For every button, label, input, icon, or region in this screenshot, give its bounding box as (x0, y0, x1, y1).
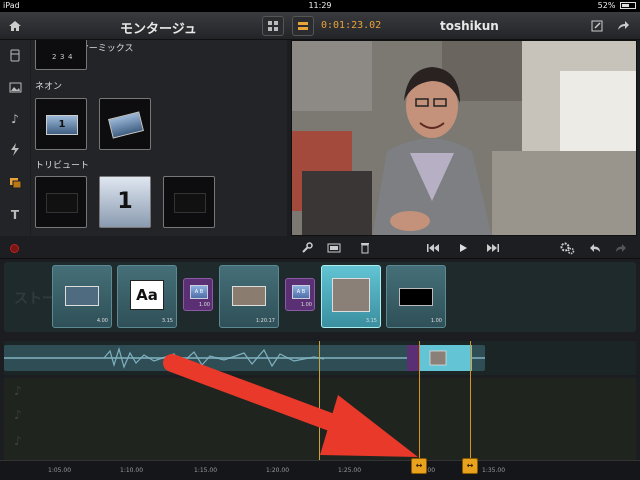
transition-label: A B (292, 285, 310, 299)
transition-thumbnail[interactable] (163, 176, 215, 228)
thumb-preview (46, 193, 78, 213)
settings-gears-icon[interactable] (558, 240, 576, 256)
thumb-preview (174, 193, 206, 213)
title-clip[interactable]: Aa 3.15 (117, 265, 177, 328)
ruler-tick-label: 1:35.00 (482, 467, 506, 474)
home-icon[interactable] (4, 16, 26, 36)
music-note-icon: ♪ (14, 434, 22, 448)
transition-thumbnail[interactable]: 2 3 4 (35, 40, 87, 70)
thumb-number: 1 (46, 115, 78, 135)
transition-marker[interactable]: A B 1.00 (183, 278, 213, 311)
annotation-arrow-icon (163, 354, 418, 457)
skip-forward-icon[interactable] (484, 240, 502, 256)
clip-thumbnail (399, 288, 433, 306)
ruler-tick-label: 1:10.00 (120, 467, 144, 474)
trim-handle-right[interactable]: ↔ (462, 458, 478, 474)
clip-duration: 1:20.17 (255, 318, 275, 324)
media-library-icon[interactable] (6, 46, 24, 64)
transition-thumbnail[interactable] (99, 98, 151, 150)
ruler-tick-label: 1:20.00 (266, 467, 290, 474)
battery-percent: 52% (597, 1, 616, 10)
skip-back-icon[interactable] (424, 240, 442, 256)
undo-icon[interactable] (586, 240, 604, 256)
record-button[interactable] (10, 244, 19, 253)
status-bar: iPad 11:29 52% (0, 0, 640, 12)
clip-duration: 3.15 (365, 318, 377, 324)
clip-duration: 1.00 (430, 318, 442, 324)
library-sidebar: ♪ T (0, 40, 30, 236)
transitions-icon[interactable] (6, 174, 24, 192)
title-clip-preview: Aa (130, 280, 164, 310)
video-clip[interactable]: 1:20.17 (219, 265, 279, 328)
music-note-icon[interactable]: ♪ (6, 110, 24, 128)
project-name: toshikun (440, 19, 499, 33)
video-frame-image (292, 41, 636, 235)
transition-thumbnail[interactable]: 1 (99, 176, 151, 228)
top-toolbar: モンタージュ 0:01:23.02 toshikun (0, 12, 640, 40)
clip-thumbnail (232, 286, 266, 306)
status-time: 11:29 (308, 1, 332, 10)
thumb-number: 4 (68, 53, 73, 61)
filmstrip-icon[interactable] (292, 16, 314, 36)
title-text-icon[interactable]: T (6, 206, 24, 224)
music-note-icon: ♪ (14, 384, 22, 398)
battery-indicator: 52% (598, 1, 636, 10)
thumb-number: 2 (52, 53, 57, 61)
section-label: トリビュート (35, 161, 90, 171)
ruler-tick-label: 1:15.00 (194, 467, 218, 474)
clip-duration: 3.15 (161, 318, 173, 324)
thumb-number: 3 (60, 53, 65, 61)
grid-icon[interactable] (262, 16, 284, 36)
transport-bar (0, 237, 640, 259)
thumb-preview (108, 111, 144, 139)
transition-library: マルチレイヤーミックス 2 3 4 ネオン 1 トリビュート 1 (31, 40, 287, 236)
ruler-tick-label: 1:05.00 (48, 467, 72, 474)
ruler-tick-label: 1:25.00 (338, 467, 362, 474)
clip-duration: 4.00 (96, 318, 108, 324)
video-viewer[interactable] (291, 40, 637, 236)
clip-split-icon[interactable] (325, 240, 343, 256)
trim-line-right[interactable] (470, 341, 471, 461)
photo-icon[interactable] (6, 78, 24, 96)
play-icon[interactable] (454, 240, 472, 256)
section-label: ネオン (35, 82, 63, 92)
battery-icon (620, 2, 636, 9)
thumb-number: 1 (100, 177, 150, 227)
transition-thumbnail[interactable]: 1 (35, 98, 87, 150)
timecode-display: 0:01:23.02 (321, 20, 382, 31)
transition-label: A B (190, 285, 208, 299)
video-clip-selected[interactable]: 3.15 (321, 265, 381, 328)
trash-icon[interactable] (356, 240, 374, 256)
export-icon[interactable] (612, 16, 634, 36)
edit-icon[interactable] (586, 16, 608, 36)
transition-duration: 1.00 (300, 302, 312, 308)
music-note-icon: ♪ (14, 408, 22, 422)
redo-icon[interactable] (612, 240, 630, 256)
page-title: モンタージュ (120, 22, 197, 37)
video-clip[interactable]: 4.00 (52, 265, 112, 328)
transition-marker[interactable]: A B 1.00 (285, 278, 315, 311)
effects-bolt-icon[interactable] (6, 140, 24, 158)
track-watermark: ストー (14, 291, 56, 307)
blank-clip[interactable]: 1.00 (386, 265, 446, 328)
transition-duration: 1.00 (198, 302, 210, 308)
wrench-icon[interactable] (298, 240, 316, 256)
clip-thumbnail (332, 278, 370, 312)
transition-thumbnail[interactable] (35, 176, 87, 228)
clip-thumbnail (65, 286, 99, 306)
